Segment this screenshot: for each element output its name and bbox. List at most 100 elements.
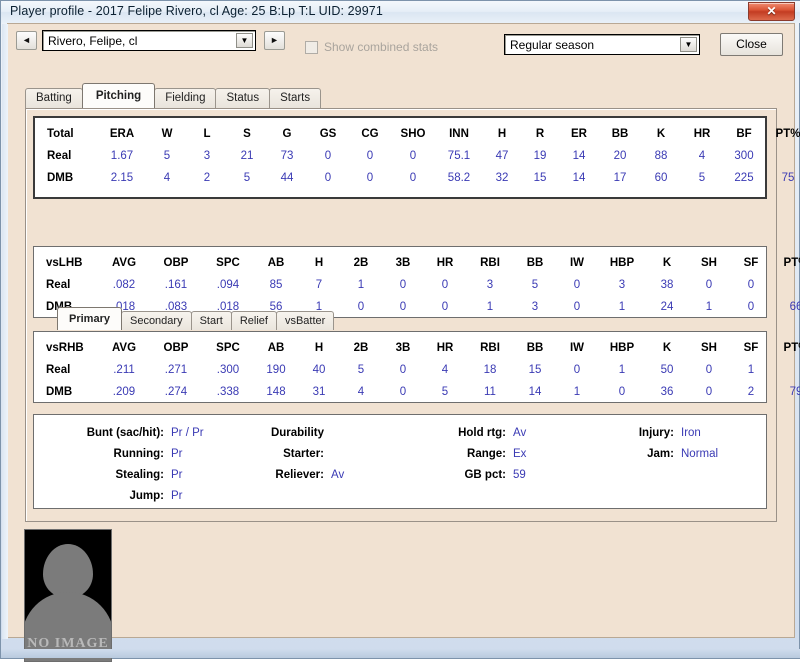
next-player-button[interactable]: ► [264, 31, 285, 50]
table-cell: 18 [483, 364, 497, 376]
ratings-column-running: Bunt (sac/hit): Pr / Pr Running: Pr Stealing… [54, 423, 204, 507]
tab-status[interactable]: Status [215, 88, 271, 108]
column-header: AVG [111, 342, 137, 354]
sub-tab-strip: Primary Secondary Start Relief vsBatter [57, 307, 335, 330]
table-cell: 24 [660, 301, 674, 313]
tab-label: Primary [69, 313, 110, 325]
row-label: DMB [47, 172, 74, 184]
tab-batting[interactable]: Batting [25, 88, 83, 108]
table-cell: 5 [441, 386, 449, 398]
column-header: W [161, 128, 173, 140]
table-header-row: vsRHB AVG OBP SPC AB H 2B 3B HR RBI BB IW HBP K SH SF PT… [34, 337, 800, 359]
table-cell: 11 [484, 386, 496, 398]
rating-row: Jam: Normal [612, 444, 718, 465]
rating-value: Pr [171, 448, 183, 460]
previous-player-button[interactable]: ◄ [16, 31, 37, 50]
tab-pitching[interactable]: Pitching [81, 83, 156, 108]
table-cell: 66 [789, 301, 800, 313]
rating-row: Reliever: Av [234, 465, 344, 486]
column-header: OBP [163, 342, 189, 354]
column-header: SF [743, 257, 759, 269]
table-row: Real 1.67 5 3 21 73 0 0 0 75.1 47 19 14 20 88 4 300 [35, 145, 800, 167]
row-label: Real [47, 150, 72, 162]
table-cell: 225 [734, 172, 754, 184]
table-cell: 0 [399, 301, 407, 313]
rating-row: Bunt (sac/hit): Pr / Pr [54, 423, 204, 444]
top-toolbar: ◄ Rivero, Felipe, cl ▼ ► Show combined s… [8, 24, 796, 56]
table-cell: 15 [533, 172, 547, 184]
column-header: GS [319, 128, 337, 140]
table-cell: .274 [164, 386, 188, 398]
table-row: DMB 2.15 4 2 5 44 0 0 0 58.2 32 15 14 17 60 5 225 75 [35, 167, 800, 189]
column-header: ERA [109, 128, 135, 140]
table-cell: 190 [266, 364, 286, 376]
table-cell: 1 [486, 301, 494, 313]
column-header: SF [743, 342, 759, 354]
show-combined-stats-control[interactable]: Show combined stats [305, 40, 438, 54]
column-header: R [535, 128, 545, 140]
column-header: AB [267, 342, 285, 354]
table-cell: 0 [399, 364, 407, 376]
rating-label: Reliever: [275, 469, 324, 481]
table-cell: 0 [399, 386, 407, 398]
vsrhb-stats-panel: vsRHB AVG OBP SPC AB H 2B 3B HR RBI BB IW HBP K SH SF PT… [33, 331, 800, 403]
subtab-secondary[interactable]: Secondary [120, 311, 192, 330]
row-label: Real [46, 364, 71, 376]
column-header: BF [736, 128, 752, 140]
table-header-row: vsLHB AVG OBP SPC AB H 2B 3B HR RBI BB IW HBP K SH SF PT… [34, 252, 800, 274]
table-corner-label: vsLHB [46, 257, 83, 269]
column-header: ER [571, 128, 587, 140]
table-cell: 1 [618, 301, 626, 313]
close-button[interactable]: Close [720, 33, 783, 56]
column-header: HBP [609, 257, 635, 269]
show-combined-stats-label: Show combined stats [324, 40, 439, 54]
table-cell: 0 [573, 364, 581, 376]
column-header: HBP [609, 342, 635, 354]
subtab-relief[interactable]: Relief [230, 311, 277, 330]
table-cell: 50 [660, 364, 674, 376]
tab-label: Batting [36, 92, 72, 104]
rating-value: 59 [513, 469, 526, 481]
main-tab-strip: Batting Pitching Fielding Status Starts [25, 83, 322, 108]
rating-label: Jump: [129, 490, 165, 502]
table-cell: .211 [113, 364, 135, 376]
column-header: H [314, 257, 324, 269]
table-cell: 14 [572, 172, 586, 184]
table-cell: 0 [409, 150, 417, 162]
table-cell: 3 [531, 301, 539, 313]
column-header: SHO [400, 128, 426, 140]
season-select-combobox[interactable]: Regular season ▼ [504, 34, 700, 55]
column-header: INN [449, 128, 469, 140]
rating-label: Range: [467, 448, 506, 460]
window-close-icon[interactable]: ✕ [748, 2, 795, 21]
chevron-down-icon[interactable]: ▼ [236, 33, 253, 48]
player-select-combobox[interactable]: Rivero, Felipe, cl ▼ [42, 30, 256, 51]
rating-value: Av [513, 427, 527, 439]
table-cell: 4 [357, 386, 365, 398]
table-cell: 0 [324, 172, 332, 184]
table-cell: 2 [747, 386, 755, 398]
column-header: K [662, 257, 672, 269]
table-cell: 31 [312, 386, 326, 398]
tab-starts[interactable]: Starts [269, 88, 322, 108]
table-cell: 88 [654, 150, 668, 162]
table-cell: 0 [366, 150, 374, 162]
rating-value: Ex [513, 448, 527, 460]
table-cell: 15 [528, 364, 542, 376]
table-cell [772, 359, 800, 381]
table-cell: .271 [164, 364, 188, 376]
chevron-down-icon[interactable]: ▼ [680, 37, 697, 52]
table-row: DMB .209 .274 .338 148 31 4 0 5 11 14 1 0 36 0 2 79 [34, 381, 800, 403]
table-cell: 0 [573, 279, 581, 291]
column-header: IW [569, 342, 585, 354]
table-cell: 73 [280, 150, 294, 162]
column-header: OBP [163, 257, 189, 269]
subtab-vsbatter[interactable]: vsBatter [275, 311, 335, 330]
column-header: BB [526, 257, 544, 269]
subtab-start[interactable]: Start [190, 311, 232, 330]
tab-fielding[interactable]: Fielding [154, 88, 217, 108]
subtab-primary[interactable]: Primary [57, 307, 122, 330]
column-header: BB [526, 342, 544, 354]
show-combined-stats-checkbox[interactable] [305, 40, 318, 54]
rating-row: Range: Ex [426, 444, 526, 465]
